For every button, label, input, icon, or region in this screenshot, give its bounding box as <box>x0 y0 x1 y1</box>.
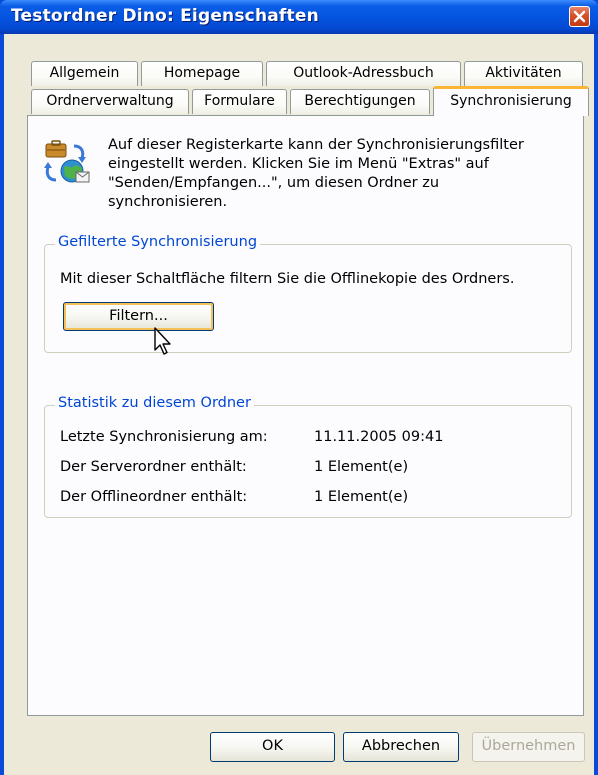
filter-description: Mit dieser Schaltfläche filtern Sie die … <box>60 271 515 287</box>
tab-allgemein[interactable]: Allgemein <box>31 61 138 86</box>
close-button[interactable] <box>569 6 590 27</box>
mouse-pointer-icon <box>154 327 171 355</box>
apply-button[interactable]: Übernehmen <box>472 732 585 762</box>
close-icon <box>573 10 586 23</box>
stat-value-last-sync: 11.11.2005 09:41 <box>314 429 444 445</box>
stat-value-server-folder: 1 Element(e) <box>314 459 409 475</box>
stats-group-legend: Statistik zu diesem Ordner <box>55 395 254 411</box>
stat-label-last-sync: Letzte Synchronisierung am: <box>60 429 268 445</box>
intro-line: "Senden/Empfangen...", um diesen Ordner … <box>108 175 440 191</box>
intro-text: Auf dieser Registerkarte kann der Synchr… <box>108 136 578 212</box>
intro-line: synchronisieren. <box>108 194 228 210</box>
tab-ordnerverwaltung[interactable]: Ordnerverwaltung <box>31 89 189 114</box>
sync-icon <box>44 140 90 183</box>
tab-outlook-adressbuch[interactable]: Outlook-Adressbuch <box>266 61 461 86</box>
intro-line: Auf dieser Registerkarte kann der Synchr… <box>108 137 524 153</box>
cancel-button[interactable]: Abbrechen <box>343 732 459 762</box>
filter-group-legend: Gefilterte Synchronisierung <box>55 234 261 250</box>
tab-homepage[interactable]: Homepage <box>141 61 263 86</box>
window-title: Testordner Dino: Eigenschaften <box>11 6 319 26</box>
properties-dialog: Testordner Dino: Eigenschaften Allgemein… <box>0 0 598 775</box>
tab-aktivitaeten[interactable]: Aktivitäten <box>464 61 583 86</box>
ok-button[interactable]: OK <box>210 732 335 762</box>
stat-label-server-folder: Der Serverordner enthält: <box>60 459 247 475</box>
tab-synchronisierung[interactable]: Synchronisierung <box>433 86 589 116</box>
stat-value-offline-folder: 1 Element(e) <box>314 489 409 505</box>
tab-berechtigungen[interactable]: Berechtigungen <box>290 89 430 114</box>
filter-group: Gefilterte Synchronisierung <box>44 234 572 353</box>
intro-line: eingestellt werden. Klicken Sie im Menü … <box>108 156 489 172</box>
tab-formulare[interactable]: Formulare <box>192 89 287 114</box>
filter-button[interactable]: Filtern... <box>63 302 214 331</box>
stat-label-offline-folder: Der Offlineordner enthält: <box>60 489 248 505</box>
title-bar[interactable]: Testordner Dino: Eigenschaften <box>0 0 598 34</box>
